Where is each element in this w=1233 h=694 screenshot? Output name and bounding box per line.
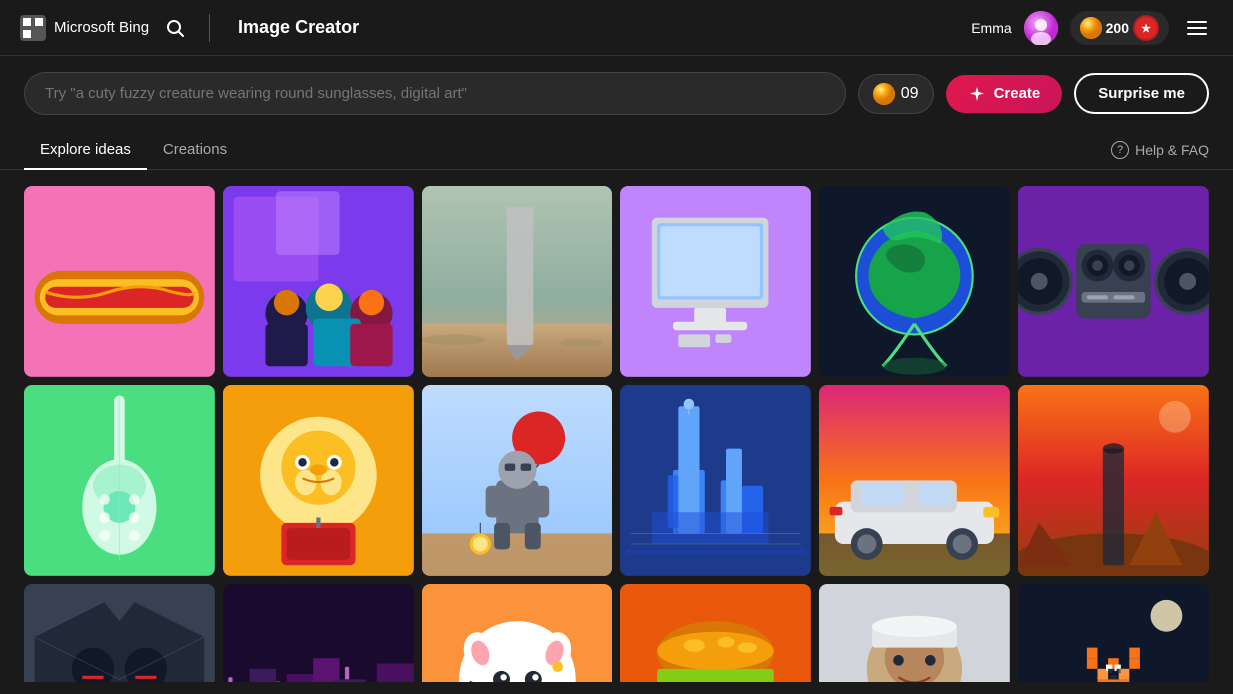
search-icon-button[interactable]: [161, 14, 189, 42]
header-left: Microsoft Bing Image Creator: [20, 14, 359, 42]
coin-icon: [1080, 17, 1102, 39]
gallery-item-guitar[interactable]: [24, 385, 215, 576]
header-divider: [209, 14, 210, 42]
header: Microsoft Bing Image Creator Emma: [0, 0, 1233, 56]
create-icon: [968, 85, 986, 103]
coin-count: 200: [1106, 20, 1129, 36]
create-label: Create: [994, 85, 1041, 102]
gallery-item-robot-balloon[interactable]: [422, 385, 613, 576]
coins-badge[interactable]: 200 ★: [1070, 11, 1169, 45]
svg-text:★: ★: [1141, 23, 1151, 35]
menu-button[interactable]: [1181, 17, 1213, 39]
search-credits: 09: [858, 74, 934, 114]
gallery-item-robot-dj[interactable]: [1018, 186, 1209, 377]
search-area: 09 Create Surprise me: [0, 56, 1233, 131]
bing-logo-text: Microsoft Bing: [54, 19, 149, 36]
gallery-item-earth[interactable]: [819, 186, 1010, 377]
search-input[interactable]: [24, 72, 846, 115]
help-label: Help & FAQ: [1135, 142, 1209, 158]
search-icon: [165, 18, 185, 38]
reward-icon: ★: [1133, 15, 1159, 41]
gallery-item-city[interactable]: [620, 385, 811, 576]
gallery-item-hotdog[interactable]: [24, 186, 215, 377]
gallery-item-worker[interactable]: [819, 584, 1010, 682]
help-link[interactable]: ? Help & FAQ: [1111, 141, 1209, 159]
surprise-label: Surprise me: [1098, 85, 1185, 102]
tabs-area: Explore ideas Creations ? Help & FAQ: [0, 131, 1233, 170]
gallery-item-mask[interactable]: [24, 584, 215, 682]
bing-logo-icon: [20, 15, 46, 41]
gallery: [0, 170, 1233, 682]
gallery-item-girls[interactable]: [223, 186, 414, 377]
gallery-item-lucky-cat[interactable]: [422, 584, 613, 682]
gallery-item-computer[interactable]: [620, 186, 811, 377]
gallery-item-doge[interactable]: [223, 385, 414, 576]
gallery-item-car[interactable]: [819, 385, 1010, 576]
avatar[interactable]: [1024, 11, 1058, 45]
credit-count: 09: [901, 85, 919, 103]
header-right: Emma: [971, 11, 1213, 45]
tabs-left: Explore ideas Creations: [24, 131, 1111, 169]
page-title: Image Creator: [238, 17, 359, 38]
gallery-item-pixel-fox[interactable]: [1018, 584, 1209, 682]
help-icon: ?: [1111, 141, 1129, 159]
user-name: Emma: [971, 20, 1011, 36]
tab-explore[interactable]: Explore ideas: [24, 131, 147, 170]
gallery-item-monolith[interactable]: [422, 186, 613, 377]
tab-creations[interactable]: Creations: [147, 131, 243, 170]
credit-coin-icon: [873, 83, 895, 105]
gallery-item-desert[interactable]: [1018, 385, 1209, 576]
surprise-button[interactable]: Surprise me: [1074, 73, 1209, 114]
gallery-item-neon-city[interactable]: [223, 584, 414, 682]
gallery-item-burger[interactable]: [620, 584, 811, 682]
create-button[interactable]: Create: [946, 75, 1063, 113]
bing-logo[interactable]: Microsoft Bing: [20, 15, 149, 41]
search-container: [24, 72, 846, 115]
